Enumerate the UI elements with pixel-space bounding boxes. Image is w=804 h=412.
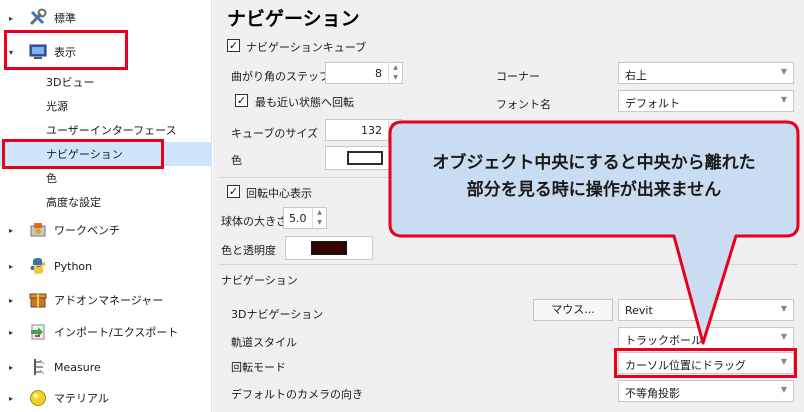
spin-up-icon[interactable]: ▲ [389, 63, 402, 73]
sidebar-item-label: 高度な設定 [46, 196, 101, 209]
sidebar-item-label: インポート/エクスポート [54, 326, 179, 339]
spin-down-icon[interactable]: ▼ [389, 73, 402, 83]
spin-down-icon[interactable]: ▼ [389, 130, 402, 140]
callout-text: オブジェクト中央にすると中央から離れた 部分を見る時に操作が出来ません [392, 150, 796, 204]
import-export-icon [28, 322, 48, 342]
navigation-section-label: ナビゲーション [221, 274, 298, 287]
workbench-icon [28, 220, 48, 240]
mouse-settings-button[interactable]: マウス... [533, 299, 613, 321]
navigation-highlight-box [2, 139, 164, 169]
cube-size-value: 132 [361, 124, 382, 137]
python-icon [28, 256, 48, 276]
measure-icon [28, 357, 48, 377]
sidebar-item-general[interactable]: ▸ 標準 [0, 6, 212, 30]
expand-arrow-icon[interactable]: ▸ [6, 14, 16, 23]
rotation-mode-label: 回転モード [231, 361, 286, 374]
chevron-down-icon: ▼ [780, 304, 787, 313]
expand-arrow-icon[interactable]: ▸ [6, 328, 16, 337]
section-divider [219, 264, 798, 265]
sidebar-item-lighting[interactable]: 光源 [0, 94, 212, 118]
orbit-style-dropdown[interactable]: トラックボール ▼ [618, 327, 794, 349]
font-name-label: フォント名 [496, 98, 551, 111]
rotation-center-label: 回転中心表示 [246, 187, 312, 200]
navcube-checkbox[interactable]: ✓ [227, 39, 240, 52]
nav3d-label: 3Dナビゲーション [231, 308, 324, 321]
rotation-mode-highlight-box [614, 348, 797, 378]
sidebar-item-colors[interactable]: 色 [0, 166, 212, 190]
spin-up-icon[interactable]: ▲ [313, 208, 326, 218]
orbit-style-value: トラックボール [625, 334, 702, 347]
orbit-style-label: 軌道スタイル [231, 336, 297, 349]
spin-down-icon[interactable]: ▼ [313, 218, 326, 228]
corner-dropdown[interactable]: 右上 ▼ [618, 62, 794, 84]
callout-line-2: 部分を見る時に操作が出来ません [466, 180, 722, 200]
sidebar-item-label: ワークベンチ [54, 224, 120, 237]
sidebar-item-addon-manager[interactable]: ▸ アドオンマネージャー [0, 288, 212, 312]
camera-orientation-value: 不等角投影 [625, 387, 680, 400]
addon-manager-icon [28, 290, 48, 310]
chevron-down-icon: ▼ [780, 67, 787, 76]
tools-icon [28, 8, 48, 28]
font-name-dropdown[interactable]: デフォルト ▼ [618, 90, 794, 112]
nav3d-value: Revit [625, 304, 653, 317]
sphere-size-value: 5.0 [289, 212, 307, 225]
cube-color-label: 色 [231, 154, 242, 167]
callout-line-1: オブジェクト中央にすると中央から離れた [432, 153, 756, 173]
corner-steps-spinbox[interactable]: 8 ▲ ▼ [325, 62, 403, 84]
expand-arrow-icon[interactable]: ▸ [6, 394, 16, 403]
expand-arrow-icon[interactable]: ▸ [6, 226, 16, 235]
sidebar-item-advanced[interactable]: 高度な設定 [0, 190, 212, 214]
nearest-rotation-checkbox[interactable]: ✓ [235, 94, 248, 107]
sphere-size-spinbox[interactable]: 5.0 ▲ ▼ [283, 207, 327, 229]
chevron-down-icon: ▼ [780, 332, 787, 341]
rotation-center-checkbox[interactable]: ✓ [227, 185, 240, 198]
material-icon [28, 388, 48, 408]
color-transparency-label: 色と透明度 [221, 244, 276, 257]
spin-up-icon[interactable]: ▲ [389, 120, 402, 130]
expand-arrow-icon[interactable]: ▸ [6, 363, 16, 372]
sidebar-item-3d-view[interactable]: 3Dビュー [0, 70, 212, 94]
page-title: ナビゲーション [227, 8, 360, 30]
cube-size-spinbox[interactable]: 132 ▲ ▼ [325, 119, 403, 141]
sidebar-item-label: 色 [46, 172, 57, 185]
sidebar-item-import-export[interactable]: ▸ インポート/エクスポート [0, 320, 212, 344]
sidebar-item-label: 光源 [46, 100, 68, 113]
corner-value: 右上 [625, 69, 647, 82]
expand-arrow-icon[interactable]: ▸ [6, 262, 16, 271]
camera-orientation-label: デフォルトのカメラの向き [231, 388, 363, 401]
sidebar-item-python[interactable]: ▸ Python [0, 254, 212, 278]
cube-color-swatch [347, 151, 383, 165]
corner-steps-value: 8 [375, 67, 382, 80]
sidebar-item-label: Measure [54, 360, 101, 374]
sidebar-item-label: ユーザーインターフェース [46, 124, 177, 137]
rotation-color-swatch [311, 241, 347, 255]
cube-size-label: キューブのサイズ [231, 127, 319, 140]
rotation-color-button[interactable] [285, 236, 373, 260]
navcube-label: ナビゲーションキューブ [246, 41, 367, 54]
sidebar-item-label: 標準 [54, 12, 76, 25]
corner-label: コーナー [496, 70, 540, 83]
chevron-down-icon: ▼ [780, 385, 787, 394]
chevron-down-icon: ▼ [780, 95, 787, 104]
sidebar-item-label: アドオンマネージャー [54, 294, 164, 307]
expand-arrow-icon[interactable]: ▸ [6, 296, 16, 305]
nav3d-dropdown[interactable]: Revit ▼ [618, 299, 794, 321]
sidebar-item-label: Python [54, 259, 93, 273]
display-highlight-box [4, 30, 128, 70]
camera-orientation-dropdown[interactable]: 不等角投影 ▼ [618, 380, 794, 402]
sphere-size-label: 球体の大きさ [221, 215, 287, 228]
sidebar-item-material[interactable]: ▸ マテリアル [0, 386, 212, 410]
sidebar-item-label: 3Dビュー [46, 76, 95, 89]
font-name-value: デフォルト [625, 97, 680, 110]
sidebar-item-measure[interactable]: ▸ Measure [0, 355, 212, 379]
nearest-rotation-label: 最も近い状態へ回転 [255, 96, 354, 109]
sidebar-item-label: マテリアル [54, 392, 109, 405]
sidebar-item-workbenches[interactable]: ▸ ワークベンチ [0, 218, 212, 242]
